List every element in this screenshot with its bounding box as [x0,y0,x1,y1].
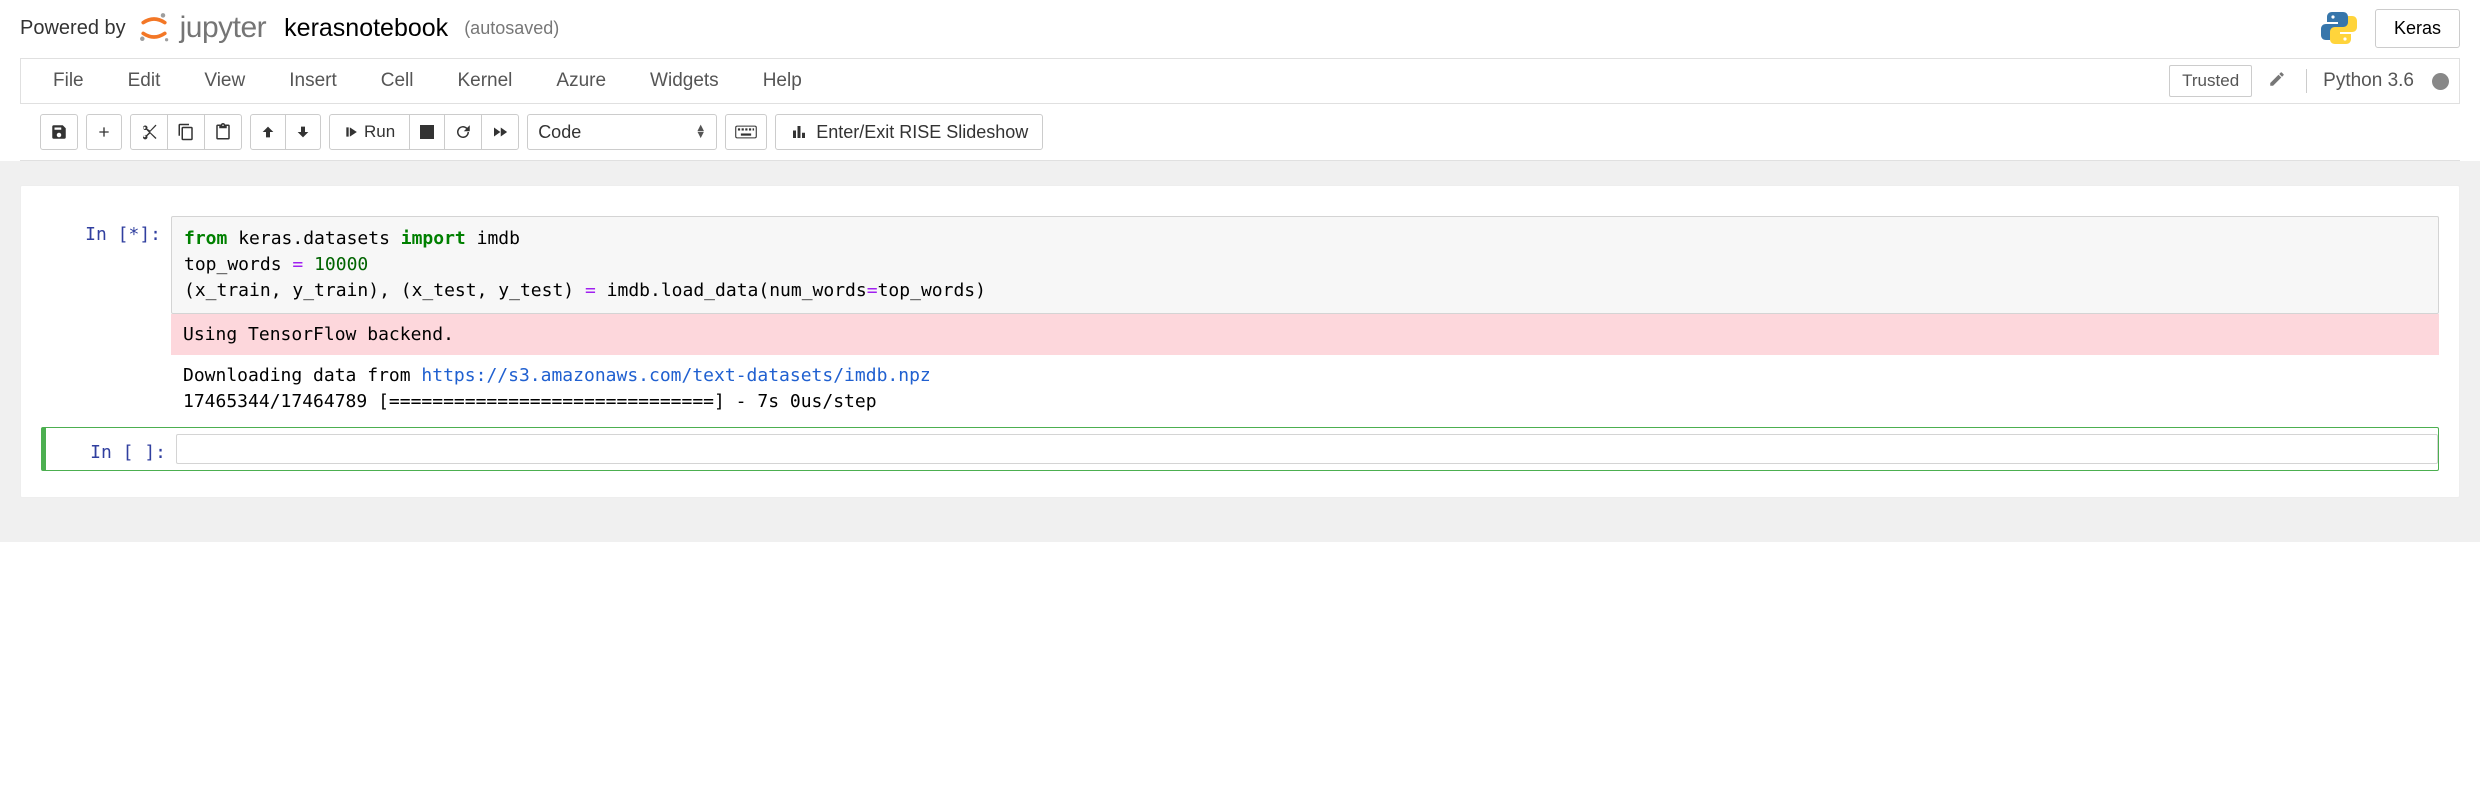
run-icon [344,125,358,139]
restart-run-all-button[interactable] [481,114,519,150]
paste-button[interactable] [204,114,242,150]
copy-button[interactable] [167,114,205,150]
menu-kernel[interactable]: Kernel [435,58,534,104]
code-input[interactable]: from keras.datasets import imdb top_word… [171,216,2439,314]
keras-button[interactable]: Keras [2375,9,2460,48]
select-arrows-icon: ▲▼ [695,125,706,139]
menu-cell[interactable]: Cell [359,58,436,104]
menubar: File Edit View Insert Cell Kernel Azure … [20,58,2460,104]
copy-icon [177,123,195,141]
arrow-up-icon [260,124,276,140]
code-cell-2-selected[interactable]: In [ ]: [41,427,2439,471]
move-up-button[interactable] [250,114,286,150]
powered-by-label: Powered by [20,17,126,40]
celltype-select[interactable]: Code ▲▼ [527,114,717,150]
menubar-right: Trusted Python 3.6 [2169,65,2459,97]
command-palette-button[interactable] [725,114,767,150]
menu-file[interactable]: File [31,58,106,104]
paste-icon [214,123,232,141]
cut-icon [140,123,158,141]
fast-forward-icon [491,123,509,141]
move-down-button[interactable] [285,114,321,150]
restart-button[interactable] [444,114,482,150]
notebook-area: In [*]: from keras.datasets import imdb … [0,161,2480,542]
menu-help[interactable]: Help [741,58,824,104]
interrupt-button[interactable] [409,114,445,150]
stop-icon [420,125,434,139]
cut-button[interactable] [130,114,168,150]
plus-icon [96,124,112,140]
run-label: Run [364,122,395,142]
menu-view[interactable]: View [182,58,267,104]
arrow-down-icon [295,124,311,140]
celltype-value: Code [538,122,581,143]
add-cell-button[interactable] [86,114,122,150]
save-button[interactable] [40,114,78,150]
clipboard-group [130,114,242,150]
menu-insert[interactable]: Insert [267,58,359,104]
code-cell-1[interactable]: In [*]: from keras.datasets import imdb … [41,216,2439,415]
rise-label: Enter/Exit RISE Slideshow [816,122,1028,143]
menu-edit[interactable]: Edit [106,58,183,104]
separator [2306,69,2307,93]
notebook: In [*]: from keras.datasets import imdb … [20,185,2460,498]
kernel-status-icon [2432,73,2449,90]
rise-slideshow-button[interactable]: Enter/Exit RISE Slideshow [775,114,1043,150]
header: Powered by jupyter kerasnotebook (autosa… [0,0,2480,58]
run-button[interactable]: Run [329,114,410,150]
kernel-name[interactable]: Python 3.6 [2323,70,2414,92]
trusted-button[interactable]: Trusted [2169,65,2252,97]
cell-body: from keras.datasets import imdb top_word… [171,216,2439,415]
autosave-status: (autosaved) [464,18,559,39]
restart-icon [454,123,472,141]
jupyter-word: jupyter [180,11,267,45]
jupyter-orbit-icon [136,10,172,46]
barchart-icon [790,123,808,141]
pencil-icon[interactable] [2264,70,2290,93]
cell-prompt: In [ ]: [46,434,176,464]
cell-body [176,434,2438,464]
jupyter-logo[interactable]: jupyter [136,10,267,46]
menu-azure[interactable]: Azure [534,58,628,104]
header-right: Keras [2319,8,2460,48]
download-link[interactable]: https://s3.amazonaws.com/text-datasets/i… [421,365,930,386]
move-group [250,114,321,150]
cell-prompt: In [*]: [41,216,171,415]
run-group: Run [329,114,519,150]
stdout-output: Downloading data from https://s3.amazona… [171,355,2439,415]
menus: File Edit View Insert Cell Kernel Azure … [21,58,824,104]
notebook-name[interactable]: kerasnotebook [284,14,448,43]
python-logo-icon [2319,8,2359,48]
stderr-output: Using TensorFlow backend. [171,314,2439,355]
toolbar: Run Code ▲▼ Enter/Ex [40,104,2440,150]
menu-widgets[interactable]: Widgets [628,58,741,104]
keyboard-icon [735,125,757,139]
code-input[interactable] [176,434,2438,464]
save-icon [50,123,68,141]
